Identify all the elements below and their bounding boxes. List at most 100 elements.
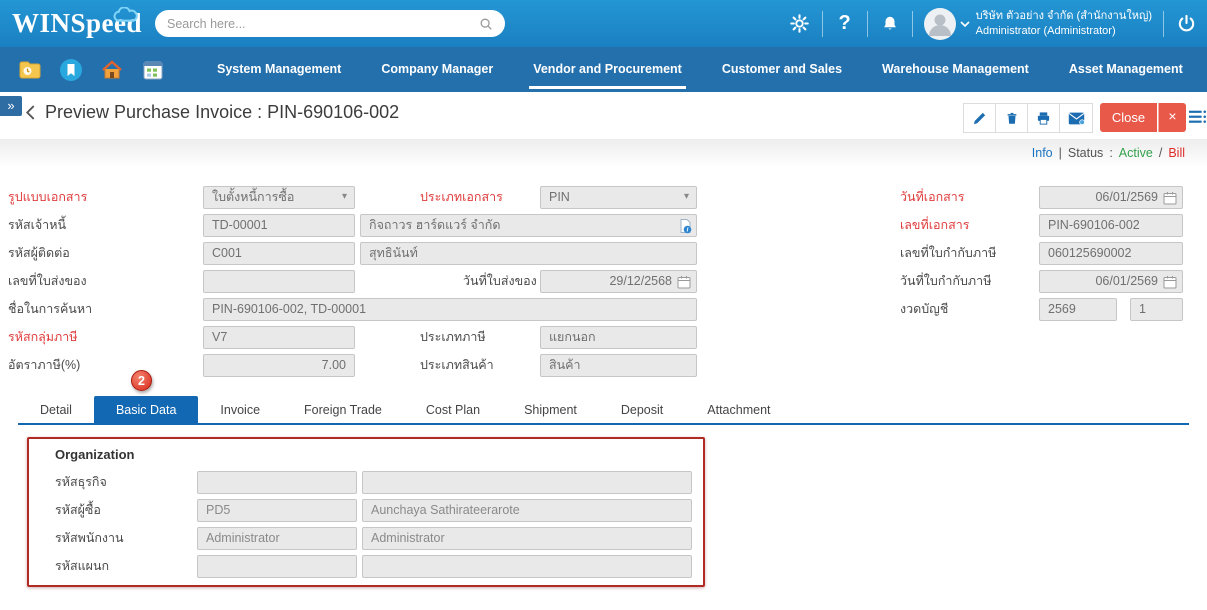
nav-item-asset-management[interactable]: Asset Management (1049, 47, 1203, 92)
print-button[interactable] (1028, 104, 1060, 132)
home-icon[interactable] (100, 58, 124, 82)
field-tax-group[interactable]: V7 (203, 326, 355, 349)
nav-item-vendor-and-procurement[interactable]: Vendor and Procurement (513, 47, 702, 92)
field-department-code[interactable] (197, 555, 357, 578)
email-button[interactable] (1060, 104, 1092, 132)
avatar[interactable] (924, 8, 956, 40)
email-icon (1068, 112, 1085, 125)
app-window: WINSpeed (0, 0, 1207, 610)
printer-icon (1036, 111, 1051, 126)
status-row: Info | Status : Active / Bill (1032, 146, 1185, 160)
dropdown-caret-icon[interactable]: ▾ (684, 191, 689, 202)
page-header: Preview Purchase Invoice : PIN-690106-00… (26, 102, 399, 123)
label-delivery-no: เลขที่ใบส่งของ (8, 270, 87, 293)
info-link[interactable]: Info (1032, 146, 1053, 160)
main-menu-bar: System Management Company Manager Vendor… (0, 47, 1207, 92)
calendar-field-icon[interactable] (677, 275, 691, 289)
cloud-icon (108, 7, 142, 23)
tab-shipment[interactable]: Shipment (502, 396, 599, 424)
global-search[interactable] (155, 10, 505, 37)
label-goods-type: ประเภทสินค้า (420, 354, 494, 377)
back-icon[interactable] (26, 105, 35, 120)
field-tax-invoice-date[interactable]: 06/01/2569 (1039, 270, 1183, 293)
vendor-name-value: กิจถาวร ฮาร์ดแวร์ จำกัด (361, 215, 696, 236)
tab-attachment[interactable]: Attachment (685, 396, 792, 424)
svg-text:i: i (687, 227, 689, 234)
field-business-code[interactable] (197, 471, 357, 494)
field-purchaser-code[interactable]: PD5 (197, 499, 357, 522)
field-goods-type[interactable]: สินค้า (540, 354, 697, 377)
calendar-field-icon[interactable] (1163, 191, 1177, 205)
nav-item-company-manager[interactable]: Company Manager (361, 47, 513, 92)
tab-deposit[interactable]: Deposit (599, 396, 685, 424)
chevron-down-icon[interactable] (960, 21, 970, 27)
calendar-icon[interactable] (141, 58, 165, 82)
expand-sidebar-button[interactable]: » (0, 96, 22, 116)
label-doc-type: ประเภทเอกสาร (420, 186, 503, 209)
tax-group-value: V7 (204, 327, 354, 348)
field-vendor-code[interactable]: TD-00001 (203, 214, 355, 237)
tax-type-value: แยกนอก (541, 327, 696, 348)
close-button[interactable]: Close (1100, 103, 1157, 132)
nav-item-warehouse-management[interactable]: Warehouse Management (862, 47, 1049, 92)
list-menu-icon[interactable] (1189, 110, 1207, 124)
close-x-button[interactable]: × (1158, 103, 1186, 132)
bookmark-icon[interactable] (59, 58, 83, 82)
tab-cost-plan[interactable]: Cost Plan (404, 396, 502, 424)
contact-code-value: C001 (204, 243, 354, 264)
nav-item-cash-management[interactable]: Cash Management (1203, 47, 1207, 92)
field-contact-code[interactable]: C001 (203, 242, 355, 265)
calendar-field-icon[interactable] (1163, 275, 1177, 289)
doc-info-icon[interactable]: i (677, 218, 693, 234)
recent-documents-icon[interactable] (18, 58, 42, 82)
nav-item-customer-and-sales[interactable]: Customer and Sales (702, 47, 862, 92)
field-tax-rate[interactable]: 7.00 (203, 354, 355, 377)
field-tax-invoice-no[interactable]: 060125690002 (1039, 242, 1183, 265)
settings-button[interactable] (789, 13, 811, 35)
help-button[interactable]: ? (834, 13, 856, 35)
purchaser-name-value: Aunchaya Sathirateerarote (363, 500, 691, 521)
tab-foreign-trade[interactable]: Foreign Trade (282, 396, 404, 424)
field-department-name[interactable] (362, 555, 692, 578)
field-purchaser-name[interactable]: Aunchaya Sathirateerarote (362, 499, 692, 522)
field-doc-no[interactable]: PIN-690106-002 (1039, 214, 1183, 237)
dropdown-caret-icon[interactable]: ▾ (342, 191, 347, 202)
field-period-year[interactable]: 2569 (1039, 298, 1117, 321)
goods-type-value: สินค้า (541, 355, 696, 376)
logout-button[interactable] (1175, 13, 1197, 35)
label-business-code: รหัสธุรกิจ (55, 471, 107, 494)
trash-icon (1005, 111, 1019, 126)
field-business-name[interactable] (362, 471, 692, 494)
field-search-name[interactable]: PIN-690106-002, TD-00001 (203, 298, 697, 321)
label-department-code: รหัสแผนก (55, 555, 109, 578)
tabs-underline (18, 423, 1189, 425)
field-period-no[interactable]: 1 (1130, 298, 1183, 321)
field-vendor-name[interactable]: กิจถาวร ฮาร์ดแวร์ จำกัด i (360, 214, 697, 237)
delete-button[interactable] (996, 104, 1028, 132)
employee-name-value: Administrator (363, 528, 691, 549)
delivery-date-value: 29/12/2568 (541, 271, 696, 292)
search-icon[interactable] (479, 17, 493, 31)
field-employee-name[interactable]: Administrator (362, 527, 692, 550)
field-doc-format[interactable]: ใบตั้งหนี้การซื้อ ▾ (203, 186, 355, 209)
user-info[interactable]: บริษัท ตัวอย่าง จำกัด (สำนักงานใหญ่) Adm… (976, 9, 1152, 38)
field-employee-code[interactable]: Administrator (197, 527, 357, 550)
notifications-button[interactable] (879, 13, 901, 35)
search-input[interactable] (167, 17, 479, 31)
tab-detail[interactable]: Detail (18, 396, 94, 424)
label-doc-no: เลขที่เอกสาร (900, 214, 969, 237)
field-contact-name[interactable]: สุทธินันท์ (360, 242, 697, 265)
field-delivery-date[interactable]: 29/12/2568 (540, 270, 697, 293)
nav-item-system-management[interactable]: System Management (197, 47, 361, 92)
label-delivery-date: วันที่ใบส่งของ (463, 270, 537, 293)
field-tax-type[interactable]: แยกนอก (540, 326, 697, 349)
field-delivery-no[interactable] (203, 270, 355, 293)
field-doc-type[interactable]: PIN ▾ (540, 186, 697, 209)
app-logo[interactable]: WINSpeed (12, 8, 142, 39)
tab-invoice[interactable]: Invoice (198, 396, 282, 424)
tab-basic-data[interactable]: Basic Data (94, 396, 198, 424)
field-doc-date[interactable]: 06/01/2569 (1039, 186, 1183, 209)
edit-button[interactable] (964, 104, 996, 132)
gear-icon (790, 14, 809, 33)
bell-icon (881, 15, 899, 33)
